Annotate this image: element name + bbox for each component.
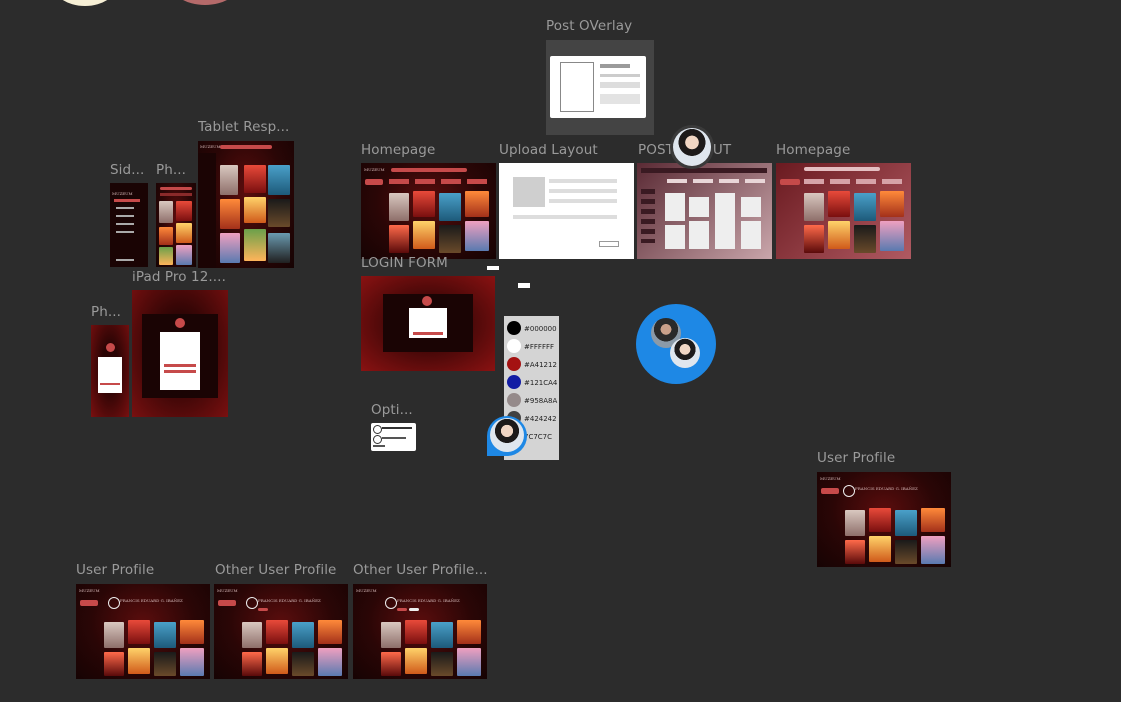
multiplayer-cursor-avatar-icon[interactable] (487, 416, 527, 456)
swatch-red[interactable] (507, 357, 521, 371)
user-avatar-icon[interactable] (673, 128, 711, 166)
swatch-blue[interactable] (507, 375, 521, 389)
frame-label-login-form[interactable]: LOGIN FORM (361, 255, 448, 271)
swatch-white[interactable] (507, 339, 521, 353)
rose-circle-decoration (170, 0, 240, 5)
homepage2-frame[interactable] (776, 163, 911, 259)
frame-label-upload-layout[interactable]: Upload Layout (499, 142, 598, 158)
post-layout-frame[interactable] (637, 163, 772, 259)
frame-label-post-overlay[interactable]: Post OVerlay (546, 18, 632, 34)
user-profile-right-frame[interactable]: MUZEUM FRANCIS EDUARD G. IBAÑEZ (817, 472, 951, 567)
frame-label-ipad[interactable]: iPad Pro 12.... (132, 269, 226, 285)
cream-circle-decoration (52, 0, 118, 6)
frame-label-phone1[interactable]: Ph... (156, 162, 186, 178)
frame-label-user-profile-bottom[interactable]: User Profile (76, 562, 154, 578)
small-white-element[interactable] (487, 266, 499, 270)
frame-label-options[interactable]: Opti... (371, 402, 413, 418)
tablet-frame[interactable]: MUZEUM (198, 141, 294, 268)
frame-label-user-profile-right[interactable]: User Profile (817, 450, 895, 466)
homepage1-frame[interactable]: MUZEUM (361, 163, 496, 259)
login-form-frame[interactable] (361, 276, 495, 371)
small-white-element-2[interactable] (518, 283, 530, 288)
post-overlay-card (550, 56, 646, 118)
swatch-taupe[interactable] (507, 393, 521, 407)
sidebar-frame[interactable]: MUZEUM (110, 183, 148, 267)
phone2-frame[interactable] (91, 325, 129, 417)
collaborator-avatar-icon-2[interactable] (670, 338, 700, 368)
user-profile-bottom-frame[interactable]: MUZEUM FRANCIS EDUARD G. IBAÑEZ (76, 584, 210, 679)
frame-label-sidebar[interactable]: Sid... (110, 162, 144, 178)
post-overlay-frame[interactable] (546, 40, 654, 135)
frame-label-homepage1[interactable]: Homepage (361, 142, 435, 158)
ipad-frame[interactable] (132, 290, 228, 417)
post-image-placeholder (560, 62, 594, 112)
frame-label-phone2[interactable]: Ph... (91, 304, 121, 320)
other-user-profile-2-frame[interactable]: MUZEUM FRANCIS EDUARD G. IBAÑEZ (353, 584, 487, 679)
other-user-profile-frame[interactable]: MUZEUM FRANCIS EDUARD G. IBAÑEZ (214, 584, 348, 679)
frame-label-tablet[interactable]: Tablet Resp... (198, 119, 289, 135)
frame-label-other-user-profile[interactable]: Other User Profile (215, 562, 336, 578)
options-frame[interactable] (371, 423, 416, 451)
swatch-black[interactable] (507, 321, 521, 335)
phone1-frame[interactable] (156, 183, 196, 267)
frame-label-other-user-profile-2[interactable]: Other User Profile... (353, 562, 488, 578)
frame-label-homepage2[interactable]: Homepage (776, 142, 850, 158)
upload-layout-frame[interactable] (499, 163, 634, 259)
